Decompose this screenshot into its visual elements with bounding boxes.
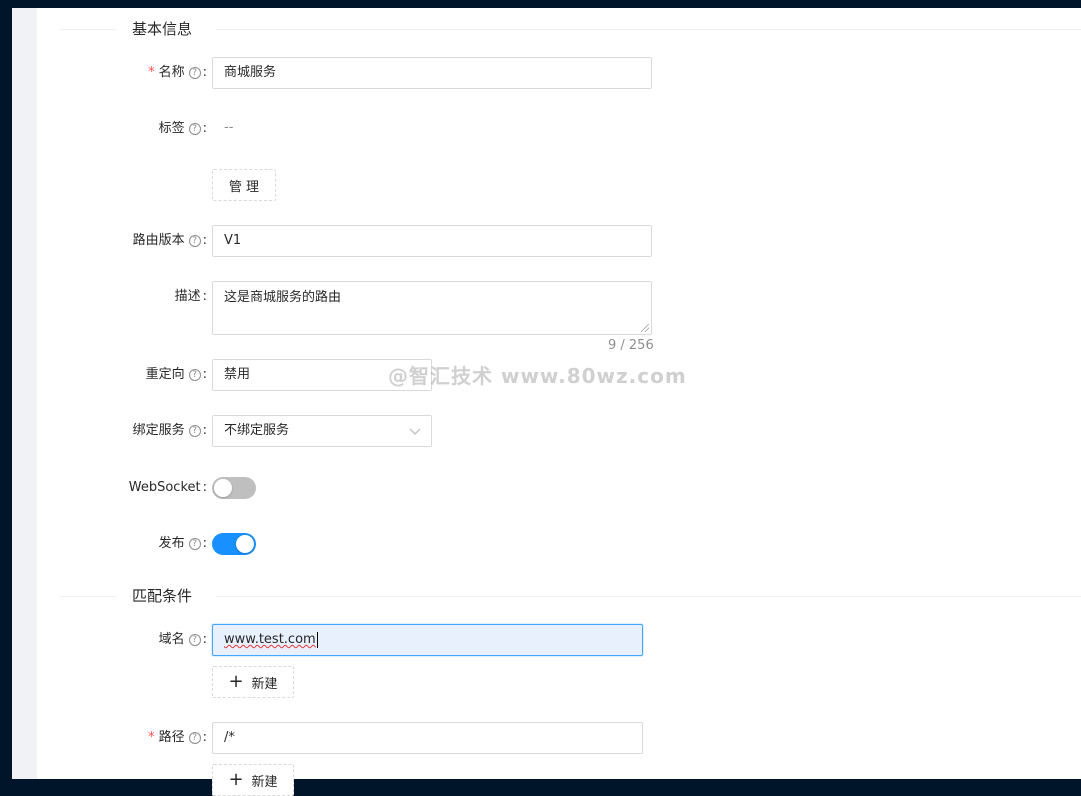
path-input[interactable]: /* (212, 722, 643, 754)
description-label: 描述 : (174, 289, 207, 304)
help-icon[interactable]: ? (188, 425, 201, 437)
websocket-label: WebSocket : (128, 480, 207, 495)
websocket-switch[interactable] (212, 477, 256, 499)
description-textarea[interactable]: 这是商城服务的路由 (212, 281, 652, 335)
help-icon[interactable]: ? (188, 538, 201, 550)
section-divider-match-conditions: 匹配条件 (60, 586, 1081, 606)
plus-icon: + (228, 769, 244, 790)
tags-label: 标签 ? : (158, 121, 207, 136)
text-caret (316, 631, 318, 648)
section-title-match-conditions: 匹配条件 (132, 587, 193, 605)
publish-switch[interactable] (212, 533, 256, 555)
left-nav-strip (0, 0, 12, 779)
route-version-label: 路由版本 ? : (132, 233, 207, 248)
bind-service-select[interactable]: 不绑定服务 (212, 415, 432, 447)
domain-input[interactable]: www.test.com (212, 624, 643, 656)
chevron-down-icon (409, 428, 421, 435)
help-icon[interactable]: ? (188, 369, 201, 381)
help-icon[interactable]: ? (188, 67, 201, 79)
add-path-button[interactable]: + 新建 (212, 764, 294, 796)
required-mark: * (148, 730, 155, 745)
help-icon[interactable]: ? (188, 732, 201, 744)
path-label: * 路径 ? : (148, 728, 207, 748)
name-label: * 名称 ? : (148, 63, 207, 83)
section-title-basic-info: 基本信息 (132, 20, 193, 38)
description-char-count: 9 / 256 (608, 338, 654, 353)
help-icon[interactable]: ? (188, 634, 201, 646)
redirect-label: 重定向 ? : (145, 367, 207, 382)
manage-tags-button[interactable]: 管 理 (212, 169, 276, 201)
required-mark: * (148, 65, 155, 80)
bind-service-label: 绑定服务 ? : (132, 423, 207, 438)
resize-grip-icon[interactable] (641, 324, 649, 332)
help-icon[interactable]: ? (188, 123, 201, 135)
publish-label: 发布 ? : (158, 536, 207, 551)
add-domain-button[interactable]: + 新建 (212, 666, 294, 698)
section-divider-basic-info: 基本信息 (60, 19, 1081, 39)
plus-icon: + (228, 671, 244, 692)
help-icon[interactable]: ? (188, 235, 201, 247)
name-input[interactable]: 商城服务 (212, 57, 652, 89)
watermark: @智汇技术 www.80wz.com (388, 364, 687, 388)
route-version-input[interactable]: V1 (212, 225, 652, 257)
domain-label: 域名 ? : (158, 632, 207, 647)
tags-value: -- (224, 120, 234, 135)
